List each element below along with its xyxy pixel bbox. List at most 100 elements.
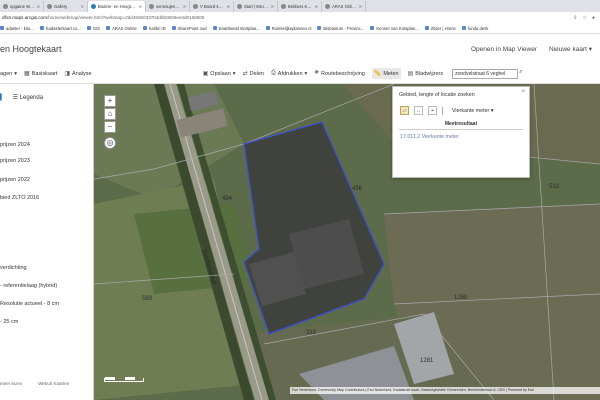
chevron-down-icon: ▾ bbox=[14, 70, 18, 77]
close-icon[interactable]: × bbox=[521, 89, 525, 95]
unit-label: Vierkante meter bbox=[452, 107, 490, 114]
bookmark[interactable]: Kalibri ID bbox=[142, 25, 166, 31]
tab-favicon-icon bbox=[3, 4, 8, 9]
layer-item[interactable]: prijzen 2022 bbox=[0, 177, 30, 183]
layer-item[interactable]: bied ZLTO 2016 bbox=[0, 195, 39, 201]
bookmark-icon bbox=[461, 26, 466, 30]
distance-tool-icon[interactable]: ↔ bbox=[414, 106, 423, 115]
bookmark-icon bbox=[171, 26, 176, 30]
zoom-in-button[interactable]: + bbox=[104, 95, 116, 107]
bookmark[interactable]: Kaartbeeld stortplaa... bbox=[212, 25, 260, 31]
print-button[interactable]: ⎙ Afdrukken ▾ bbox=[271, 70, 307, 77]
grid-icon: ▦ bbox=[24, 71, 30, 77]
bookmark[interactable]: Zilder | Home bbox=[424, 26, 456, 31]
read-more-link[interactable]: meer lezen bbox=[0, 381, 22, 386]
zoom-out-button[interactable]: − bbox=[104, 121, 116, 133]
open-in-map-viewer-link[interactable]: Openen in Map Viewer bbox=[471, 46, 537, 53]
parcel-label: 513 bbox=[549, 184, 560, 190]
new-map-menu[interactable]: Nieuwe kaart ▾ bbox=[549, 45, 592, 53]
unit-select[interactable]: Vierkante meter ▾ bbox=[452, 108, 493, 114]
search-icon[interactable]: ⌕ bbox=[519, 69, 528, 79]
bookmark[interactable]: GIS bbox=[86, 26, 100, 31]
web-maps-link[interactable]: Webuit Kaarten bbox=[38, 381, 69, 386]
bookmark[interactable]: ARAS Online bbox=[106, 26, 137, 31]
layer-item[interactable]: - 25 cm bbox=[0, 319, 18, 325]
bookmark[interactable]: Bisbantum - Provinc... bbox=[317, 26, 364, 31]
url-text[interactable]: dfo3.maps.arcgis.com/home/webmap/viewer.… bbox=[2, 15, 204, 20]
close-tab-icon[interactable]: ✕ bbox=[271, 4, 274, 9]
search-input[interactable]: zondvelstraat 6 veghel bbox=[452, 68, 519, 79]
browser-tab[interactable]: vennoujen nuenen - Zo✕ bbox=[146, 1, 190, 12]
layer-item[interactable]: - referentielaag (hybrid) bbox=[0, 283, 57, 289]
measure-tools: ▱ ↔ ⌖ Vierkante meter ▾ bbox=[393, 98, 529, 115]
directions-button[interactable]: ⛖ Routebeschrijving bbox=[314, 70, 365, 77]
basemap-label: Basiskaart bbox=[31, 70, 58, 77]
page: opgaine WBe Arvel✕ Gallery ✕ Bodem- en Ho… bbox=[0, 0, 600, 400]
ruler-icon: 📏 bbox=[373, 71, 382, 77]
home-icon[interactable]: ⌂ bbox=[104, 108, 116, 120]
share-button[interactable]: ⇄ Delen bbox=[243, 70, 264, 78]
tab-label: ARAS Online bbox=[332, 4, 357, 9]
browser-tab[interactable]: V Boord 42 te Nuenen✕ bbox=[190, 1, 234, 12]
bookmark[interactable]: adaster - kito... bbox=[0, 26, 34, 31]
bookmark-icon bbox=[142, 26, 147, 30]
chevron-down-icon: ▾ bbox=[490, 107, 494, 114]
tab-label: Gallery bbox=[54, 4, 68, 9]
tab-legend[interactable]: ☰ Legenda bbox=[13, 94, 43, 101]
close-tab-icon[interactable]: ✕ bbox=[359, 4, 362, 9]
layer-item[interactable]: prijzen 2023 bbox=[0, 158, 30, 164]
layer-item[interactable]: verdichting bbox=[0, 265, 27, 271]
area-tool-icon[interactable]: ▱ bbox=[400, 106, 409, 115]
browser-tab-active[interactable]: Bodem- en Hoogtekaart✕ bbox=[88, 1, 146, 12]
browser-tab[interactable]: ARAS Online ✕ bbox=[322, 1, 366, 12]
parcel-label: 593 bbox=[142, 296, 153, 302]
chevron-down-icon: ▾ bbox=[304, 70, 308, 77]
map-toolbar: agen ▾ ▦ Basiskaart ◨ Analyse ▣ Opslaan ▾ ⇄ De… bbox=[0, 64, 600, 84]
close-tab-icon[interactable]: ✕ bbox=[315, 4, 318, 9]
save-button[interactable]: ▣ Opslaan ▾ bbox=[203, 70, 236, 78]
close-tab-icon[interactable]: ✕ bbox=[227, 4, 230, 9]
location-tool-icon[interactable]: ⌖ bbox=[428, 106, 437, 115]
bookmarks-button[interactable]: ▤ Bladwijzers bbox=[408, 70, 444, 78]
analysis-icon: ◨ bbox=[64, 71, 71, 77]
bookmark[interactable]: Kadasterkaart.co... bbox=[39, 26, 81, 31]
measure-button[interactable]: 📏 Meten bbox=[371, 68, 401, 79]
browser-tab[interactable]: Bekbers K.U. Veghel VC✕ bbox=[278, 1, 322, 12]
close-tab-icon[interactable]: ✕ bbox=[183, 4, 186, 9]
browser-tab[interactable]: opgaine WBe Arvel✕ bbox=[0, 1, 44, 12]
close-tab-icon[interactable]: ✕ bbox=[81, 4, 84, 9]
tab-label: Start | Microsoft 365 bbox=[244, 4, 269, 9]
basemap-button[interactable]: ▦ Basiskaart bbox=[24, 70, 58, 78]
measure-label: Meten bbox=[383, 70, 399, 77]
profile-icon[interactable]: ● bbox=[592, 15, 595, 21]
layer-item[interactable]: prijzen 2024 bbox=[0, 142, 30, 148]
bookmark-star-icon[interactable]: ☆ bbox=[582, 15, 586, 21]
bookmark-label: Kalibri ID bbox=[148, 25, 166, 31]
browser-tab-bar: opgaine WBe Arvel✕ Gallery ✕ Bodem- en Ho… bbox=[0, 0, 600, 12]
layers-menu[interactable]: agen ▾ bbox=[0, 71, 17, 77]
bookmark-label: adaster - kito... bbox=[6, 25, 34, 31]
bookmark[interactable]: Ruimtelijkeplannen.nl bbox=[265, 26, 311, 31]
bookmark[interactable]: SharePoint oud bbox=[171, 26, 207, 31]
bookmark[interactable]: funda desk bbox=[461, 25, 489, 31]
bookmark[interactable]: Kenner van Kotsplan... bbox=[370, 26, 419, 31]
address-bar[interactable]: dfo3.maps.arcgis.com/home/webmap/viewer.… bbox=[0, 12, 600, 23]
bookmark-label: Kaartbeeld stortplaa... bbox=[218, 25, 260, 31]
directions-label: Routebeschrijving bbox=[321, 70, 365, 77]
layer-item[interactable]: Resolutie actueel - 8 cm bbox=[0, 301, 59, 307]
bookmark-label: funda desk bbox=[467, 25, 489, 31]
locate-icon[interactable]: ◎ bbox=[104, 137, 116, 149]
layers-tab-icon[interactable]: ▍ bbox=[0, 94, 5, 101]
app-header: en Hoogtekaart Openen in Map Viewer Nieu… bbox=[0, 34, 600, 64]
bookmark-icon bbox=[86, 26, 91, 30]
bookmark-label: Bisbantum - Provinc... bbox=[323, 25, 365, 31]
close-tab-icon[interactable]: ✕ bbox=[37, 4, 40, 9]
browser-tab[interactable]: Gallery ✕ bbox=[44, 1, 88, 12]
browser-tab[interactable]: Start | Microsoft 365✕ bbox=[234, 1, 278, 12]
share-page-icon[interactable]: ⇪ bbox=[573, 15, 577, 21]
measure-result: 17.011,2 Vierkante meter bbox=[400, 134, 459, 140]
tab-label: Bodem- en Hoogtekaart bbox=[98, 4, 137, 9]
tab-favicon-icon bbox=[193, 4, 198, 9]
close-tab-icon[interactable]: ✕ bbox=[139, 4, 142, 9]
analysis-button[interactable]: ◨ Analyse bbox=[64, 70, 91, 78]
